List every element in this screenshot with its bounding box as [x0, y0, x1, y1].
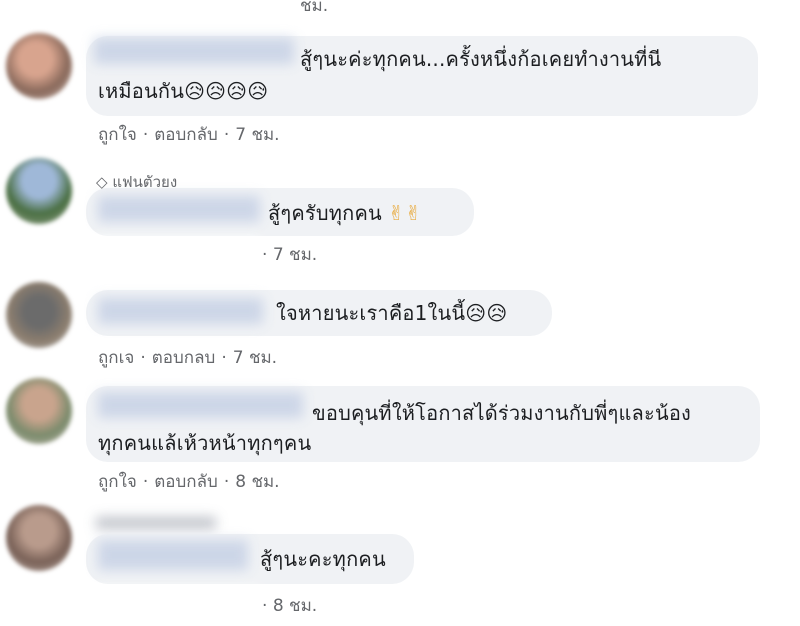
separator: ·: [142, 472, 149, 492]
blurred-area: [90, 0, 290, 14]
comment-actions: ถูกเจ · ตอบกลบ · 7 ชม.: [98, 344, 277, 371]
blurred-area: [94, 238, 259, 268]
blurred-area: [94, 588, 259, 618]
like-link[interactable]: ถูกเจ: [98, 348, 134, 368]
blurred-author-name[interactable]: [98, 392, 303, 418]
like-link[interactable]: ถูกใจ: [98, 125, 137, 145]
separator: ·: [140, 348, 146, 368]
avatar[interactable]: [6, 378, 72, 444]
avatar[interactable]: [6, 33, 72, 99]
reply-link[interactable]: ตอบกลับ: [154, 472, 218, 492]
reply-link[interactable]: ตอบกลบ: [152, 348, 216, 368]
blurred-author-name[interactable]: [98, 196, 260, 222]
timestamp[interactable]: 7 ชม.: [233, 348, 277, 368]
comment-text: สู้ๆนะค่ะทุกคน...ครั้งหนึ่งก้อเคยทำงานที…: [300, 47, 662, 71]
crying-emoji: 😥😥😥😥: [184, 79, 269, 103]
comment-actions: ถูกใจ · ตอบกลับ · 7 ชม.: [98, 121, 280, 148]
timestamp[interactable]: 7 ชม.: [235, 125, 279, 145]
like-link[interactable]: ถูกใจ: [98, 472, 137, 492]
crying-emoji: 😥😥: [465, 301, 508, 325]
blurred-author-name[interactable]: [98, 540, 248, 570]
avatar[interactable]: [6, 505, 72, 571]
comment-text-line2: ทุกคนแล้เห้วหน้าทุกๆคน: [98, 431, 312, 455]
separator: ·: [223, 125, 230, 145]
comment-text: ขอบคุนที่ให้โอกาสได้ร่วมงานกับพี่ๆและน้อ…: [312, 401, 692, 425]
separator: ·: [262, 245, 268, 265]
timestamp[interactable]: · 7 ชม.: [262, 241, 317, 268]
comment-text: ใจหายนะเราคือ1ในนี้😥😥: [276, 298, 507, 328]
comment-text-line2: เหมือนกัน😥😥😥😥: [98, 76, 268, 106]
avatar[interactable]: [6, 158, 72, 224]
victory-hand-emoji: ✌✌: [387, 201, 422, 225]
comment-text: สู้ๆครับทุกคน ✌✌: [268, 198, 422, 228]
separator: ·: [223, 472, 230, 492]
separator: ·: [142, 125, 149, 145]
timestamp[interactable]: · 8 ชม.: [262, 592, 317, 619]
blurred-badge: [96, 517, 216, 529]
avatar[interactable]: [6, 282, 72, 348]
blurred-author-name[interactable]: [94, 38, 294, 64]
separator: ·: [221, 348, 227, 368]
comment-actions: ถูกใจ · ตอบกลับ · 8 ชม.: [98, 468, 280, 495]
timestamp: ชม.: [300, 0, 329, 16]
separator: ·: [262, 596, 268, 616]
blurred-author-name[interactable]: [98, 298, 263, 324]
timestamp[interactable]: 8 ชม.: [235, 472, 279, 492]
reply-link[interactable]: ตอบกลับ: [154, 125, 218, 145]
comment-text: สู้ๆนะคะทุกคน: [260, 547, 386, 571]
